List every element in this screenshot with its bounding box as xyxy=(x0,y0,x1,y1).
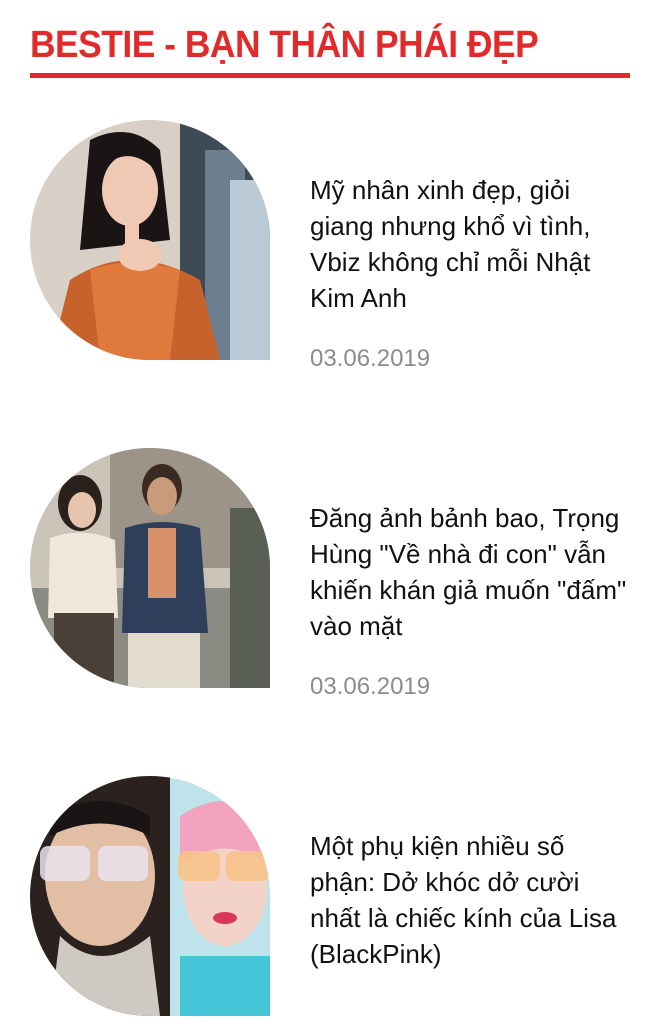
article-date: 03.06.2019 xyxy=(310,673,431,700)
article-date: 03.06.2019 xyxy=(310,345,431,372)
article-thumbnail[interactable] xyxy=(30,120,270,360)
section-header: BESTIE - BẠN THÂN PHÁI ĐẸP xyxy=(30,22,630,78)
article-title[interactable]: Đăng ảnh bảnh bao, Trọng Hùng "Về nhà đi… xyxy=(310,500,630,644)
article-thumbnail[interactable] xyxy=(30,448,270,688)
article-thumbnail[interactable] xyxy=(30,776,270,1016)
section-title[interactable]: BESTIE - BẠN THÂN PHÁI ĐẸP xyxy=(30,22,588,68)
article-title[interactable]: Một phụ kiện nhiều số phận: Dở khóc dở c… xyxy=(310,828,630,972)
article-item[interactable]: Một phụ kiện nhiều số phận: Dở khóc dở c… xyxy=(30,776,630,1036)
woman-in-orange-dress-photo xyxy=(30,120,270,360)
article-body: Mỹ nhân xinh đẹp, giỏi giang nhưng khổ v… xyxy=(310,172,630,374)
article-body: Đăng ảnh bảnh bao, Trọng Hùng "Về nhà đi… xyxy=(310,500,630,702)
two-women-jeweled-glasses-photo xyxy=(30,776,270,1016)
article-item[interactable]: Mỹ nhân xinh đẹp, giỏi giang nhưng khổ v… xyxy=(30,120,630,380)
article-item[interactable]: Đăng ảnh bảnh bao, Trọng Hùng "Về nhà đi… xyxy=(30,448,630,708)
article-title[interactable]: Mỹ nhân xinh đẹp, giỏi giang nhưng khổ v… xyxy=(310,172,630,316)
article-body: Một phụ kiện nhiều số phận: Dở khóc dở c… xyxy=(310,828,630,972)
couple-standing-outdoors-photo xyxy=(30,448,270,688)
